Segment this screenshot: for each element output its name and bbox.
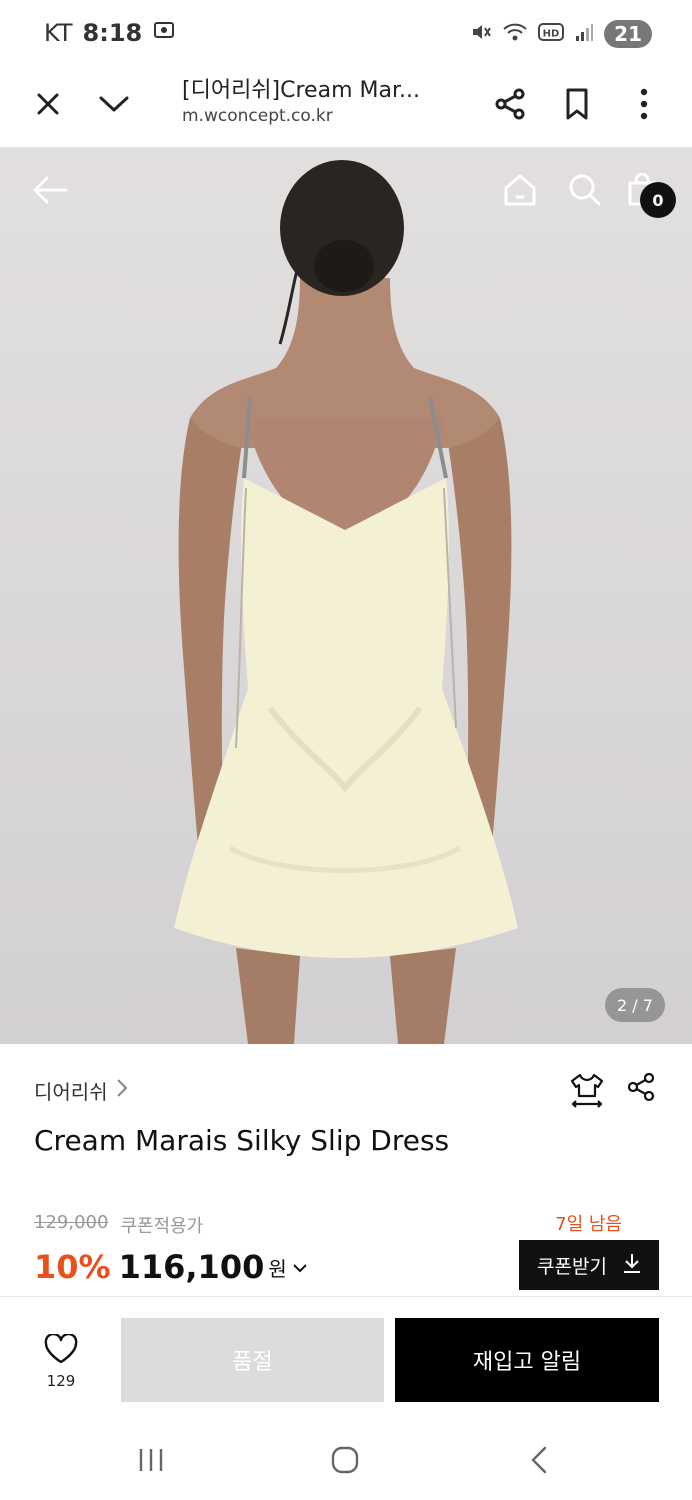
signal-icon [574, 21, 594, 47]
share-icon[interactable] [626, 1072, 656, 1112]
chevron-down-icon [293, 1258, 307, 1277]
like-count: 129 [46, 1372, 76, 1390]
browser-toolbar: [디어리쉬]Cream Mar... m.wconcept.co.kr [0, 66, 692, 148]
sale-price-row[interactable]: 10% 116,100 원 [34, 1248, 307, 1286]
status-left: KT 8:18 [44, 18, 176, 48]
more-menu-icon[interactable] [622, 82, 666, 126]
price-block: 129,000 쿠폰적용가 10% 116,100 원 [34, 1212, 307, 1286]
wifi-icon [502, 21, 528, 47]
brand-link[interactable]: 디어리쉬 [34, 1076, 128, 1105]
back-arrow-icon[interactable] [28, 168, 72, 212]
share-icon[interactable] [488, 82, 532, 126]
cart-count-badge: 0 [640, 182, 676, 218]
discount-rate: 10% [34, 1248, 111, 1286]
chevron-right-icon [116, 1078, 128, 1103]
coupon-button-label: 쿠폰받기 [537, 1255, 607, 1278]
get-coupon-button[interactable]: 쿠폰받기 [519, 1240, 659, 1290]
soldout-button: 품절 [121, 1318, 384, 1402]
size-guide-icon[interactable] [570, 1072, 604, 1112]
divider [0, 1296, 692, 1297]
search-icon[interactable] [563, 168, 607, 212]
coupon-price-note: 쿠폰적용가 [120, 1216, 204, 1237]
product-photo [174, 160, 518, 1044]
currency-unit: 원 [268, 1256, 287, 1281]
carrier-label: KT [44, 19, 73, 47]
coupon-days-left: 7일 남음 [555, 1214, 622, 1235]
like-button[interactable]: 129 [36, 1332, 86, 1390]
product-actions [570, 1072, 656, 1112]
sale-price: 116,100 [118, 1248, 265, 1286]
close-icon[interactable] [26, 82, 70, 126]
mute-icon [470, 21, 492, 47]
status-bar: KT 8:18 HD 21 [0, 0, 692, 66]
home-button-icon[interactable] [323, 1442, 367, 1478]
image-page-indicator: 2 / 7 [605, 988, 665, 1022]
restock-alert-button[interactable]: 재입고 알림 [395, 1318, 659, 1402]
recent-apps-icon[interactable] [129, 1442, 173, 1478]
chevron-down-icon[interactable] [92, 82, 136, 126]
home-icon[interactable] [498, 168, 542, 212]
hd-icon: HD [538, 21, 565, 47]
brand-name: 디어리쉬 [34, 1080, 108, 1104]
back-nav-icon[interactable] [517, 1442, 561, 1478]
page-title: [디어리쉬]Cream Mar... [182, 78, 420, 103]
notification-badge: 21 [604, 20, 652, 48]
page-url[interactable]: m.wconcept.co.kr [182, 106, 333, 126]
system-nav-bar [0, 1420, 692, 1500]
product-name: Cream Marais Silky Slip Dress [34, 1124, 450, 1157]
product-image-gallery[interactable] [0, 148, 692, 1044]
download-icon [623, 1253, 641, 1278]
original-price: 129,000 [34, 1212, 109, 1233]
svg-text:HD: HD [543, 29, 560, 40]
bookmark-icon[interactable] [555, 82, 599, 126]
clock: 8:18 [82, 19, 143, 47]
screenshot-icon [152, 18, 176, 48]
status-right: HD 21 [470, 20, 652, 48]
heart-icon [44, 1332, 78, 1368]
